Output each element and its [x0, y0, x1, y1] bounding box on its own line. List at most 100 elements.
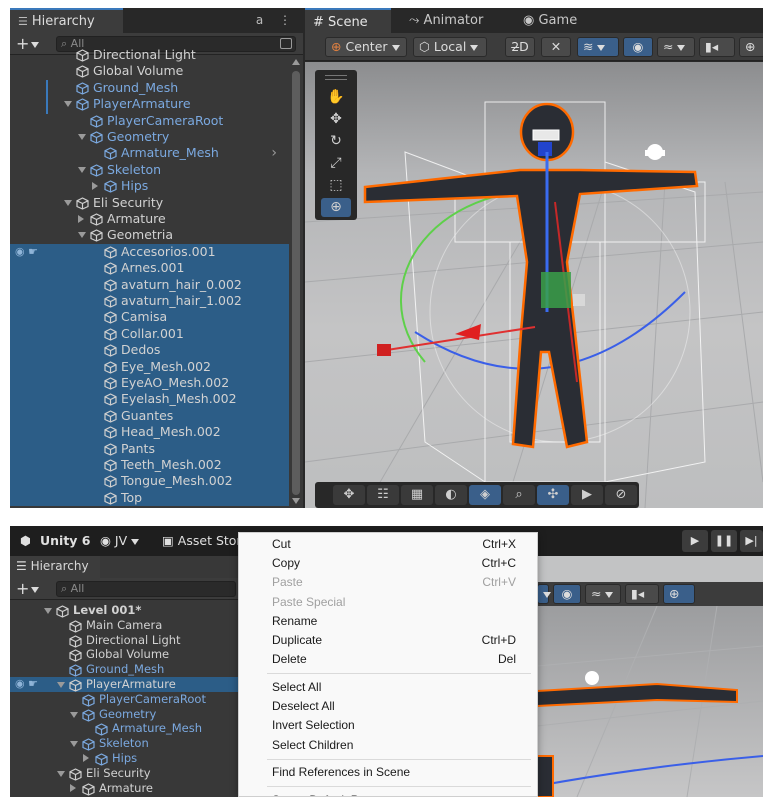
- layer-mask-icon[interactable]: ◈: [469, 485, 501, 505]
- visibility-eye-icon[interactable]: ◉ ☛: [15, 244, 38, 260]
- collapse-arrow-icon[interactable]: [57, 770, 65, 777]
- menu-item-copy[interactable]: Copy Ctrl+C: [239, 554, 537, 573]
- account-dropdown[interactable]: ◉ JV: [100, 533, 140, 548]
- menu-item-find-references-in-scene[interactable]: Find References in Scene: [239, 763, 537, 782]
- hierarchy-row[interactable]: Arnes.001: [10, 260, 289, 277]
- hierarchy-row[interactable]: Global Volume: [10, 63, 289, 80]
- hierarchy-row[interactable]: Armature_Mesh: [10, 721, 238, 737]
- visibility-eye-icon[interactable]: ◉ ☛: [15, 677, 38, 691]
- layers-visibility-icon[interactable]: ≋: [577, 37, 619, 57]
- hierarchy-row[interactable]: Head_Mesh.002: [10, 424, 289, 441]
- hierarchy-row[interactable]: Eli Security: [10, 195, 289, 212]
- camera-view-icon[interactable]: ▮◂: [699, 37, 735, 69]
- collapse-arrow-icon[interactable]: [70, 741, 78, 748]
- tab-menu-icons[interactable]: a ⋮: [256, 13, 297, 27]
- transform-tool-icon[interactable]: ⊕: [321, 198, 351, 217]
- menu-item-invert-selection[interactable]: Invert Selection: [239, 716, 537, 735]
- layers-icon-2[interactable]: ≈: [585, 584, 621, 604]
- hierarchy-row[interactable]: Guantes: [10, 407, 289, 425]
- expand-arrow-icon[interactable]: [92, 182, 98, 191]
- zoom-icon[interactable]: ⌕: [503, 485, 535, 505]
- compass-icon[interactable]: ⊘: [605, 485, 637, 505]
- menu-item-rename[interactable]: Rename: [239, 612, 537, 631]
- asset-store-button[interactable]: ▣ Asset Store: [162, 533, 249, 548]
- hierarchy-row[interactable]: avaturn_hair_1.002: [10, 293, 289, 310]
- scroll-down-icon[interactable]: [292, 498, 300, 504]
- hierarchy-row[interactable]: Skeleton: [10, 736, 238, 751]
- menu-item-cut[interactable]: Cut Ctrl+X: [239, 535, 537, 554]
- layers-icon[interactable]: ≈: [657, 37, 695, 57]
- hierarchy-row[interactable]: Skeleton: [10, 162, 289, 179]
- hierarchy-row[interactable]: Armature: [10, 781, 238, 796]
- gizmos-icon[interactable]: ⊕: [739, 37, 763, 57]
- hierarchy-tab-2[interactable]: ☰ Hierarchy: [10, 556, 100, 578]
- lighting-icon[interactable]: ✕: [541, 37, 571, 57]
- hierarchy-row[interactable]: Geometry: [10, 707, 238, 722]
- hierarchy-row[interactable]: Ground_Mesh: [10, 662, 238, 677]
- scroll-up-icon[interactable]: [292, 59, 300, 65]
- tab-animator[interactable]: ⤳ Animator: [401, 8, 501, 33]
- menu-item-select-children[interactable]: Select Children: [239, 736, 537, 755]
- menu-item-select-all[interactable]: Select All: [239, 678, 537, 697]
- visibility-eye-icon-2[interactable]: ◉: [553, 584, 581, 604]
- pivot-center-dropdown[interactable]: ⊕ Center: [325, 37, 407, 57]
- play-button[interactable]: ▶: [682, 530, 708, 552]
- hierarchy-row[interactable]: Armature_Mesh: [10, 145, 289, 162]
- tab-game[interactable]: ◉ Game: [515, 8, 595, 33]
- move-tool-icon[interactable]: ✥: [321, 110, 351, 129]
- hierarchy-row[interactable]: Global Volume: [10, 647, 238, 663]
- camera-icon[interactable]: ▶: [571, 485, 603, 505]
- collapse-arrow-icon[interactable]: [78, 232, 86, 239]
- visibility-eye-icon[interactable]: ◉: [623, 37, 653, 57]
- hierarchy-row[interactable]: PlayerArmature: [10, 96, 289, 113]
- collapse-arrow-icon[interactable]: [44, 608, 52, 614]
- hierarchy-row[interactable]: avaturn_hair_0.002: [10, 276, 289, 294]
- scene-viewport-2[interactable]: [537, 606, 763, 797]
- menu-item-deselect-all[interactable]: Deselect All: [239, 697, 537, 716]
- hierarchy-row[interactable]: PlayerCameraRoot: [10, 692, 238, 707]
- grid-snap-icon[interactable]: ▦: [401, 485, 433, 505]
- hierarchy-search-input-2[interactable]: ⌕ All: [56, 581, 236, 597]
- scrollbar-thumb[interactable]: [292, 71, 300, 495]
- space-local-dropdown[interactable]: ⬡ Local: [413, 37, 487, 57]
- hierarchy-row[interactable]: Armature: [10, 211, 289, 228]
- gizmos-icon-2[interactable]: ⊕: [663, 584, 695, 616]
- hierarchy-row[interactable]: Geometria: [10, 227, 289, 244]
- menu-item-set-as-default-parent[interactable]: Set as Default Parent: [239, 791, 537, 796]
- drag-handle[interactable]: [325, 75, 347, 80]
- hierarchy-row[interactable]: PlayerArmature ◉ ☛: [10, 677, 238, 692]
- hierarchy-row[interactable]: Collar.001: [10, 325, 289, 343]
- pause-button[interactable]: ❚❚: [711, 530, 737, 552]
- hierarchy-row[interactable]: Ground_Mesh: [10, 80, 289, 97]
- expand-arrow-icon[interactable]: [70, 783, 76, 792]
- menu-item-delete[interactable]: Delete Del: [239, 650, 537, 669]
- hierarchy-row[interactable]: EyeAO_Mesh.002: [10, 375, 289, 392]
- move-all-icon[interactable]: ✥: [333, 485, 365, 505]
- hierarchy-row[interactable]: Teeth_Mesh.002: [10, 457, 289, 474]
- hierarchy-row[interactable]: Hips: [10, 751, 238, 766]
- hierarchy-tab[interactable]: ☰ Hierarchy: [10, 8, 123, 33]
- scale-tool-icon[interactable]: ⤢: [321, 154, 351, 173]
- add-object-button-2[interactable]: +: [16, 579, 40, 598]
- shading-icon[interactable]: ◐: [435, 485, 467, 505]
- hierarchy-row[interactable]: Camisa: [10, 309, 289, 326]
- hierarchy-row[interactable]: PlayerCameraRoot: [10, 113, 289, 130]
- collapse-arrow-icon[interactable]: [78, 134, 86, 140]
- hierarchy-row[interactable]: Directional Light: [10, 633, 238, 648]
- expand-arrow-icon[interactable]: [78, 215, 84, 224]
- camera-view-icon-2[interactable]: ▮◂: [625, 584, 659, 616]
- collapse-arrow-icon[interactable]: [57, 682, 65, 688]
- scene-viewport[interactable]: ✋ ✥ ↻ ⤢ ⬚ ⊕ ✥ ☷ ▦ ◐ ◈ ⌕ ✣ ▶ ⊘: [305, 62, 763, 508]
- collapse-arrow-icon[interactable]: [70, 711, 78, 718]
- hierarchy-row[interactable]: Geometry: [10, 129, 289, 146]
- open-prefab-chevron-icon[interactable]: ›: [271, 145, 277, 161]
- hierarchy-row[interactable]: Eli Security: [10, 766, 238, 781]
- expand-arrow-icon[interactable]: [83, 754, 89, 763]
- hierarchy-row[interactable]: Dedos: [10, 342, 289, 359]
- pivot-move-icon[interactable]: ✣: [537, 485, 569, 505]
- rect-tool-icon[interactable]: ⬚: [321, 176, 351, 195]
- hierarchy-row[interactable]: Eyelash_Mesh.002: [10, 391, 289, 408]
- hierarchy-row[interactable]: Level 001*: [10, 603, 238, 618]
- hierarchy-row[interactable]: Main Camera: [10, 618, 238, 633]
- tab-scene[interactable]: # Scene: [305, 8, 391, 33]
